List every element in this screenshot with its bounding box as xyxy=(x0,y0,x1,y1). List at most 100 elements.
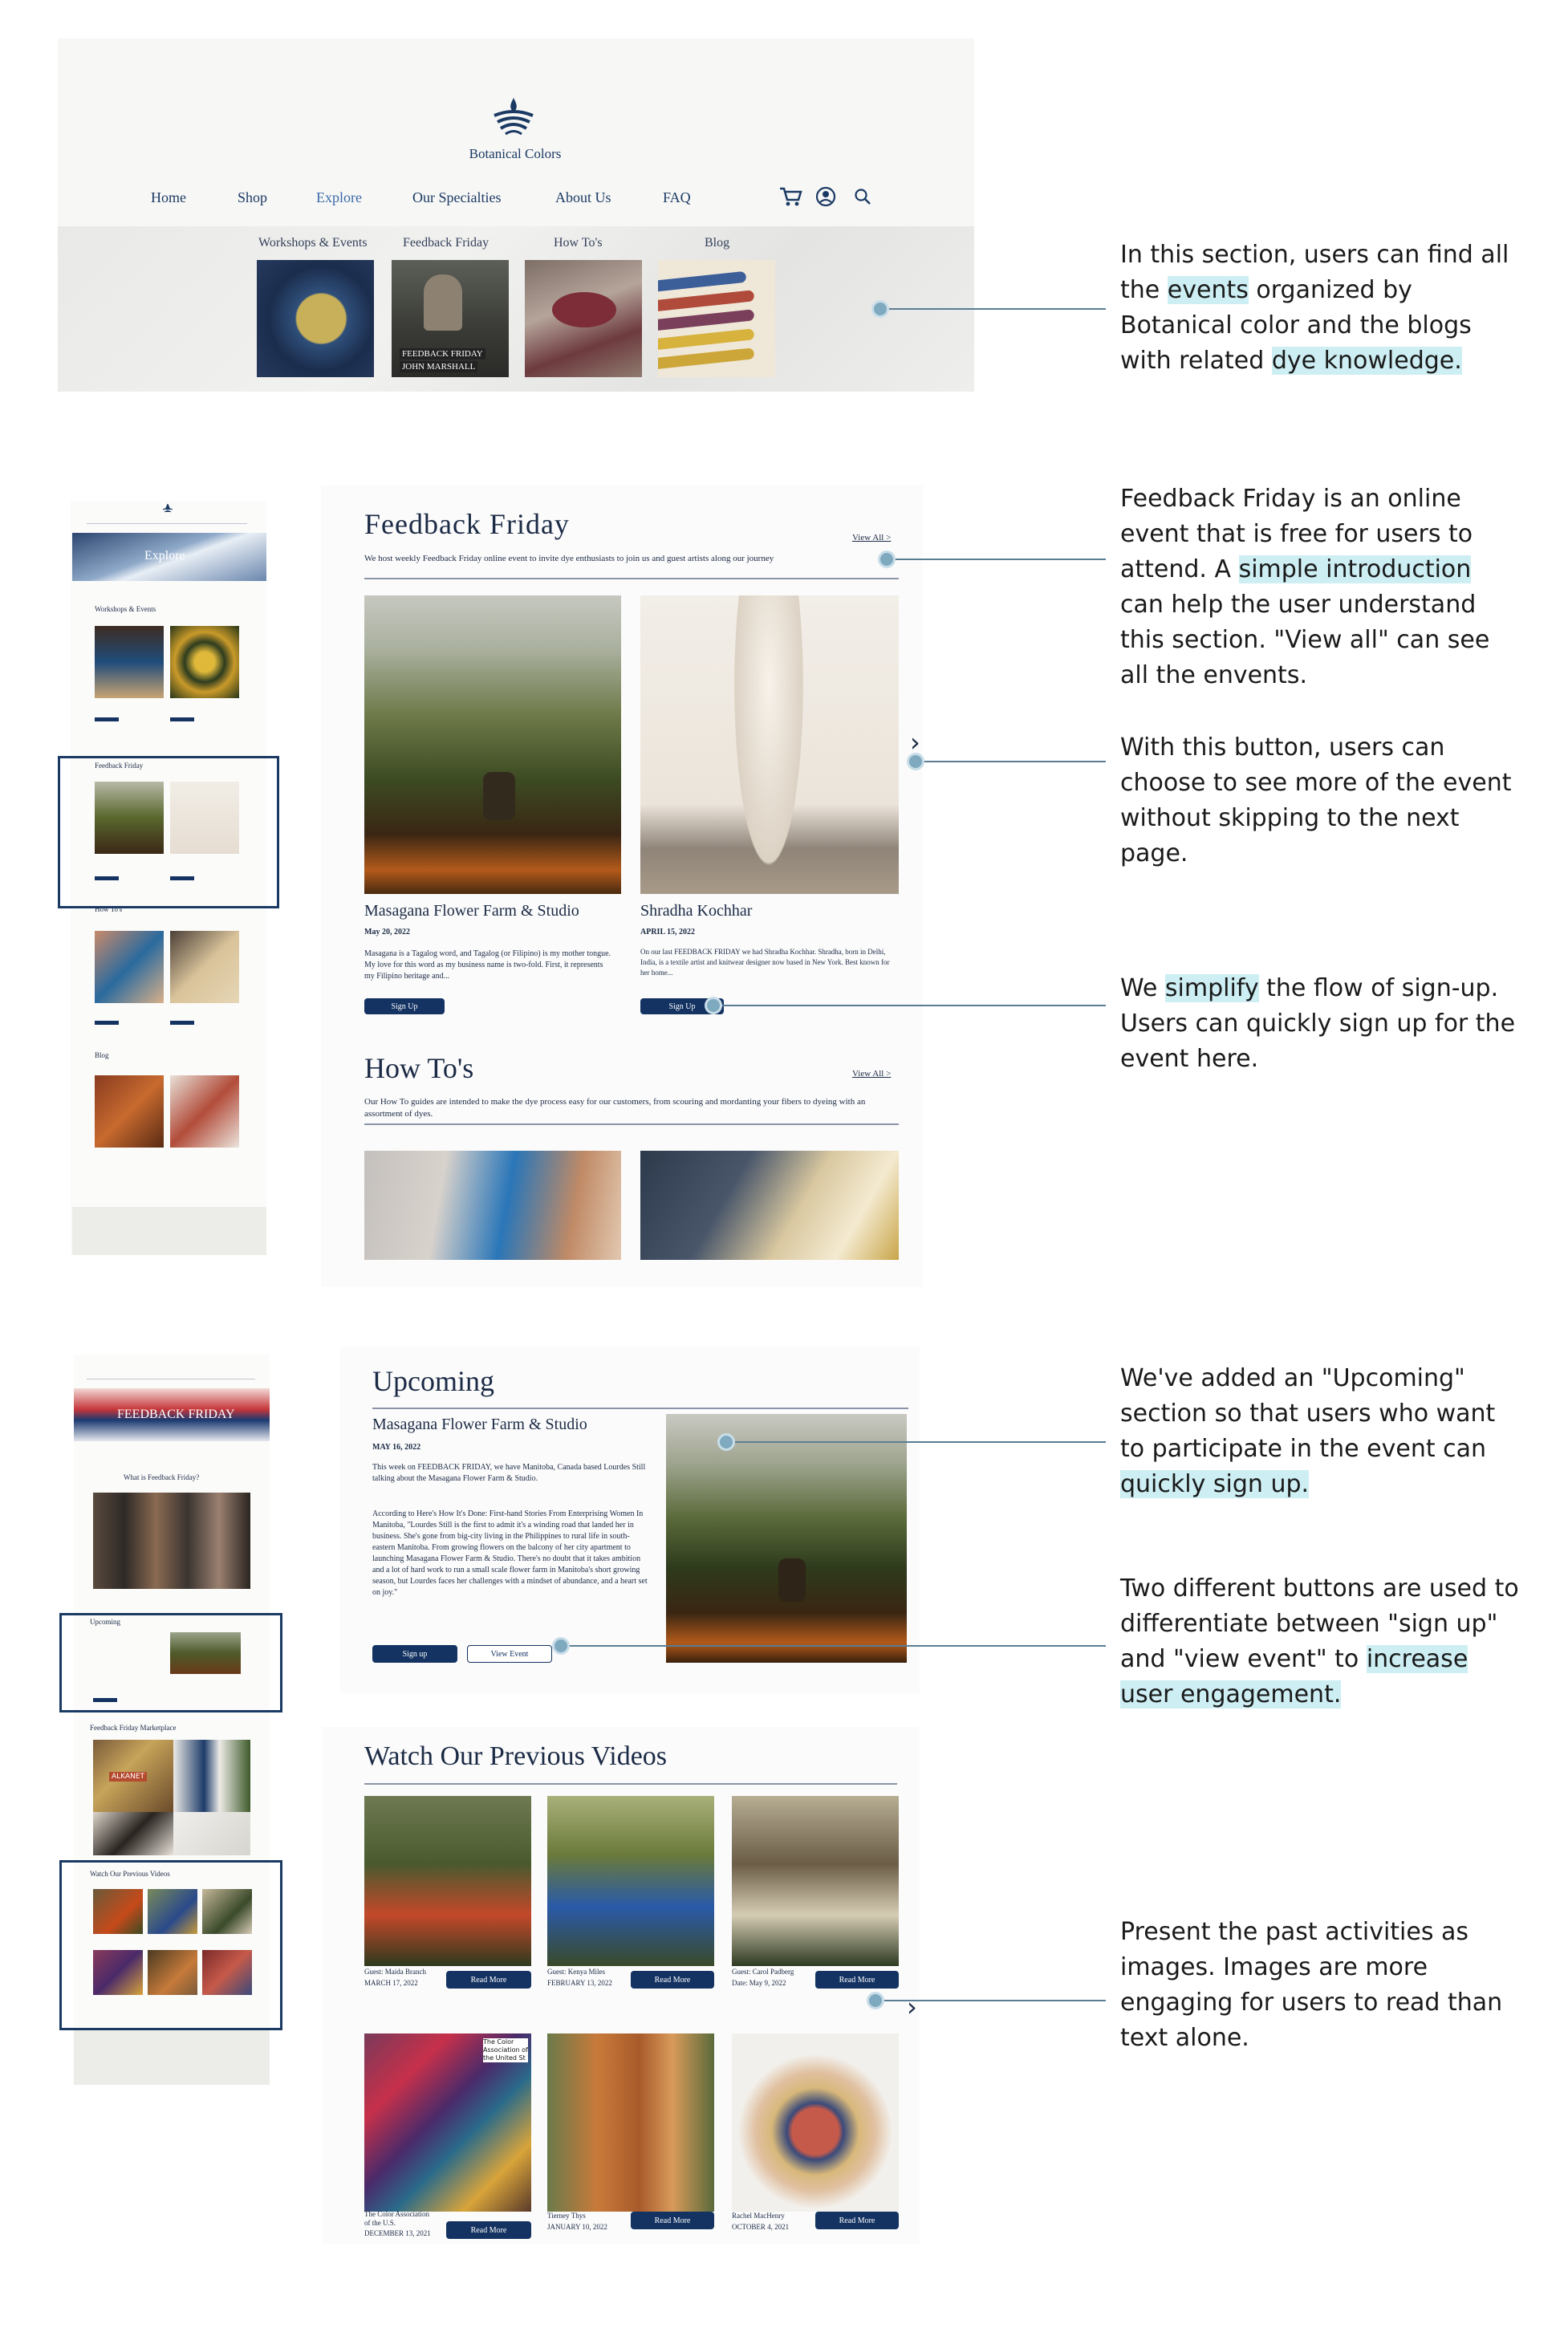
feedback-intro: We host weekly Feedback Friday online ev… xyxy=(364,554,774,563)
annotation-3-text: With this button, users can choose to se… xyxy=(1120,733,1512,867)
nav-home[interactable]: Home xyxy=(151,189,186,206)
upcoming-event-title: Masagana Flower Farm & Studio xyxy=(372,1416,587,1433)
submenu-blog[interactable]: Blog xyxy=(705,236,729,250)
annotation-5-text: We've added an "Upcoming" section so tha… xyxy=(1120,1364,1496,1463)
annotation-5: We've added an "Upcoming" section so tha… xyxy=(1120,1361,1521,1502)
connector-4 xyxy=(713,1005,1106,1006)
read-more-button-6[interactable]: Read More xyxy=(815,2212,899,2229)
feedback-badge-line1: FEEDBACK FRIDAY xyxy=(400,348,485,360)
how-to-image-2[interactable] xyxy=(640,1151,899,1260)
video-thumb-2[interactable] xyxy=(547,1796,714,1966)
annotation-3: With this button, users can choose to se… xyxy=(1120,730,1521,871)
upcoming-event-image[interactable] xyxy=(666,1414,907,1663)
nav-explore[interactable]: Explore xyxy=(316,189,362,206)
card-title-masagana: Masagana Flower Farm & Studio xyxy=(364,902,579,920)
upcoming-title: Upcoming xyxy=(372,1365,494,1397)
cau-label: The Color Association of the United St xyxy=(483,2038,528,2062)
minimap-highlight-videos xyxy=(59,1860,282,2030)
submenu-how-tos[interactable]: How To's xyxy=(554,236,603,250)
nav-shop[interactable]: Shop xyxy=(238,189,267,206)
mini-hero: Explore xyxy=(72,533,266,581)
upcoming-para-2: According to Here's How It's Done: First… xyxy=(372,1509,648,1597)
video-date-1: MARCH 17, 2022 xyxy=(364,1979,418,1987)
upcoming-sign-up-button[interactable]: Sign up xyxy=(372,1645,457,1663)
mini2-product-label: ALKANET xyxy=(109,1772,147,1782)
nav-faq[interactable]: FAQ xyxy=(663,189,691,206)
how-tos-divider xyxy=(364,1123,899,1125)
annotation-1: In this section, users can find all the … xyxy=(1120,238,1521,379)
connector-dot-7 xyxy=(867,1992,884,2009)
mini2-hero-title: FEEDBACK FRIDAY xyxy=(117,1408,235,1421)
videos-next-arrow[interactable]: › xyxy=(907,1992,917,2022)
view-all-link[interactable]: View All > xyxy=(852,533,891,542)
feedback-badge-line2: JOHN MARSHALL xyxy=(400,361,478,372)
how-to-image-1[interactable] xyxy=(364,1151,621,1260)
connector-2 xyxy=(886,559,1106,560)
feedback-friday-title: Feedback Friday xyxy=(364,508,570,540)
mini-hero-title: Explore xyxy=(144,549,185,563)
video-date-3: Date: May 9, 2022 xyxy=(732,1979,786,1987)
mini-section-workshops: Workshops & Events xyxy=(95,605,156,613)
how-tos-title: How To's xyxy=(364,1052,474,1084)
upcoming-divider xyxy=(372,1408,908,1409)
logo-text: Botanical Colors xyxy=(469,146,562,161)
annotation-1-highlight: events xyxy=(1167,276,1249,304)
videos-title: Watch Our Previous Videos xyxy=(364,1741,668,1771)
video-thumb-6[interactable] xyxy=(732,2033,899,2212)
read-more-button-2[interactable]: Read More xyxy=(631,1971,714,1989)
read-more-button-1[interactable]: Read More xyxy=(446,1971,531,1989)
video-guest-4: The Color Association of the U.S. xyxy=(364,2210,429,2227)
sign-up-button-masagana[interactable]: Sign Up xyxy=(364,998,445,1014)
annotation-6: Two different buttons are used to differ… xyxy=(1120,1571,1521,1712)
connector-dot-6 xyxy=(552,1637,570,1655)
search-icon[interactable] xyxy=(854,188,871,205)
video-thumb-1[interactable] xyxy=(364,1796,531,1966)
annotation-1-highlight-2: dye knowledge. xyxy=(1271,347,1462,375)
workshops-image[interactable] xyxy=(257,260,374,377)
section-explore-nav: Botanical Colors Home Shop Explore Our S… xyxy=(58,39,974,392)
connector-7 xyxy=(875,2000,1106,2001)
connector-5 xyxy=(725,1441,1106,1443)
connector-6 xyxy=(560,1645,1106,1647)
video-date-6: OCTOBER 4, 2021 xyxy=(732,2223,790,2231)
mini-section-blog: Blog xyxy=(95,1051,109,1059)
mini-footer xyxy=(72,1207,266,1255)
card-text-masagana: Masagana is a Tagalog word, and Tagalog … xyxy=(364,949,611,981)
video-guest-2: Guest: Kenya Miles xyxy=(547,1968,605,1976)
video-date-4: DECEMBER 13, 2021 xyxy=(364,2229,431,2237)
how-to-image[interactable] xyxy=(525,260,642,377)
connector-dot-3 xyxy=(907,753,924,770)
feedback-friday-image[interactable]: FEEDBACK FRIDAY JOHN MARSHALL xyxy=(392,260,509,377)
view-event-button[interactable]: View Event xyxy=(467,1645,552,1663)
connector-dot-2 xyxy=(878,550,896,568)
nav-about-us[interactable]: About Us xyxy=(555,189,611,206)
read-more-button-3[interactable]: Read More xyxy=(815,1971,899,1989)
submenu-workshops-events[interactable]: Workshops & Events xyxy=(258,236,368,250)
video-thumb-4[interactable]: The Color Association of the United St xyxy=(364,2033,531,2212)
annotation-2-highlight: simple introduction xyxy=(1238,555,1472,583)
read-more-button-5[interactable]: Read More xyxy=(631,2212,714,2229)
feedback-divider xyxy=(364,578,899,579)
connector-dot-1 xyxy=(871,300,889,318)
card-image-shradha[interactable] xyxy=(640,595,899,894)
nav-our-specialties[interactable]: Our Specialties xyxy=(412,189,501,206)
video-guest-6: Rachel MacHenry xyxy=(732,2212,785,2220)
cart-icon[interactable] xyxy=(778,186,802,207)
account-icon[interactable] xyxy=(815,186,836,207)
annotation-4-text: We xyxy=(1120,974,1165,1002)
submenu-feedback-friday[interactable]: Feedback Friday xyxy=(403,236,489,250)
botanical-logo-icon[interactable] xyxy=(491,96,536,136)
video-thumb-5[interactable] xyxy=(547,2033,714,2212)
connector-dot-4 xyxy=(705,997,722,1014)
annotation-7: Present the past activities as images. I… xyxy=(1120,1915,1521,2056)
card-image-masagana[interactable] xyxy=(364,595,621,894)
blog-image[interactable] xyxy=(658,260,775,377)
mini2-marketplace: Feedback Friday Marketplace xyxy=(90,1724,177,1732)
how-tos-view-all[interactable]: View All > xyxy=(852,1069,891,1079)
read-more-button-4[interactable]: Read More xyxy=(446,2221,531,2239)
mini2-hero: FEEDBACK FRIDAY xyxy=(74,1388,270,1441)
video-thumb-3[interactable] xyxy=(732,1796,899,1966)
upcoming-para-1: This week on FEEDBACK FRIDAY, we have Ma… xyxy=(372,1463,646,1483)
video-guest-3: Guest: Carol Padberg xyxy=(732,1968,794,1976)
mini-logo-icon xyxy=(162,504,173,513)
